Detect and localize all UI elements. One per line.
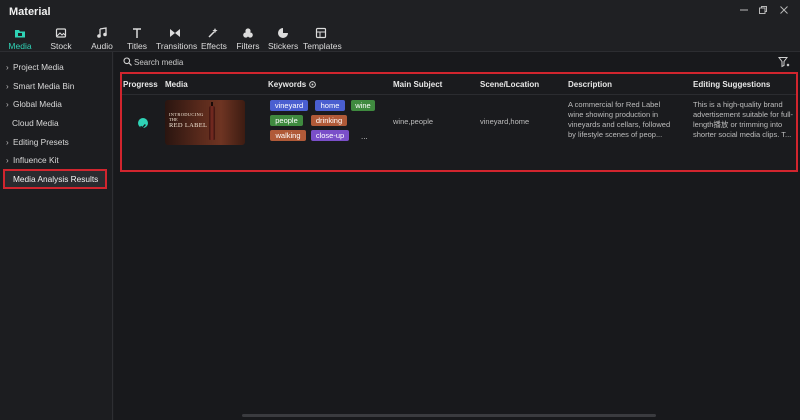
keyword-tag[interactable]: vineyard bbox=[270, 100, 308, 111]
main-panel: Progress Media Keywords Main Subject Sce… bbox=[114, 52, 800, 420]
header-editing-suggestions: Editing Suggestions bbox=[693, 80, 771, 89]
stock-media-icon bbox=[55, 28, 67, 38]
search-input[interactable] bbox=[134, 56, 434, 68]
templates-icon bbox=[315, 27, 327, 39]
media-thumbnail[interactable]: INTRODUCING THE RED LABEL bbox=[165, 100, 245, 145]
keyword-tag[interactable]: home bbox=[315, 100, 345, 111]
keyword-tag[interactable]: drinking bbox=[311, 115, 347, 126]
tab-templates[interactable]: Templates bbox=[303, 27, 342, 51]
sidebar: › Project Media › Smart Media Bin › Global … bbox=[0, 52, 113, 420]
sidebar-item-smart-media-bin[interactable]: › Smart Media Bin bbox=[0, 77, 113, 95]
header-keywords: Keywords bbox=[268, 80, 307, 89]
more-keywords-indicator[interactable]: ... bbox=[361, 132, 368, 141]
chevron-right-icon: › bbox=[6, 138, 9, 147]
tab-effects[interactable]: Effects bbox=[201, 27, 227, 51]
keyword-tag[interactable]: close-up bbox=[311, 130, 349, 141]
keyword-tag[interactable]: people bbox=[270, 115, 303, 126]
music-note-icon bbox=[97, 27, 107, 38]
chevron-right-icon: › bbox=[6, 82, 9, 91]
analysis-results-table: Progress Media Keywords Main Subject Sce… bbox=[120, 72, 798, 172]
tab-filters[interactable]: Filters bbox=[236, 27, 260, 51]
header-divider bbox=[122, 94, 796, 95]
editing-suggestions-cell: This is a high-quality brand advertiseme… bbox=[693, 100, 794, 139]
text-t-icon bbox=[133, 28, 141, 38]
effects-icon bbox=[208, 28, 218, 38]
filter-icon[interactable] bbox=[778, 56, 790, 68]
settings-gear-icon[interactable] bbox=[308, 80, 317, 89]
tab-transitions[interactable]: Transitions bbox=[156, 27, 197, 51]
wine-bottle bbox=[209, 106, 215, 140]
header-scene-location: Scene/Location bbox=[480, 80, 540, 89]
sidebar-item-influence-kit[interactable]: › Influence Kit bbox=[0, 151, 113, 169]
tab-titles[interactable]: Titles bbox=[126, 27, 148, 51]
stickers-icon bbox=[278, 28, 288, 38]
keyword-tag[interactable]: wine bbox=[351, 100, 375, 111]
restore-icon bbox=[759, 6, 767, 14]
progress-complete-badge bbox=[138, 118, 148, 129]
header-main-subject: Main Subject bbox=[393, 80, 443, 89]
horizontal-scrollbar[interactable] bbox=[242, 414, 656, 417]
description-cell: A commercial for Red Label wine showing … bbox=[568, 100, 671, 139]
sidebar-item-cloud-media[interactable]: Cloud Media bbox=[0, 114, 113, 132]
chevron-right-icon: › bbox=[6, 63, 9, 72]
minimize-icon bbox=[740, 9, 748, 11]
sidebar-item-media-analysis-results[interactable]: Media Analysis Results bbox=[3, 169, 107, 189]
chevron-right-icon: › bbox=[6, 100, 9, 109]
title-bar: Material bbox=[0, 0, 800, 25]
tab-stickers[interactable]: Stickers bbox=[268, 27, 298, 51]
app-title: Material bbox=[9, 6, 51, 18]
scene-location-cell: vineyard,home bbox=[480, 117, 530, 126]
header-media: Media bbox=[165, 80, 188, 89]
header-description: Description bbox=[568, 80, 613, 89]
sidebar-item-project-media[interactable]: › Project Media bbox=[0, 58, 113, 76]
minimize-button[interactable] bbox=[735, 4, 753, 20]
header-progress: Progress bbox=[123, 80, 158, 89]
filters-icon bbox=[243, 28, 253, 38]
main-subject-cell: wine,people bbox=[393, 117, 434, 126]
tab-media[interactable]: Media bbox=[8, 27, 32, 51]
search-icon bbox=[123, 57, 132, 66]
close-icon bbox=[780, 6, 788, 14]
checkmark-icon bbox=[140, 124, 146, 129]
transition-icon bbox=[170, 29, 180, 37]
media-folder-icon bbox=[15, 30, 25, 38]
restore-button[interactable] bbox=[754, 4, 772, 20]
sidebar-item-global-media[interactable]: › Global Media bbox=[0, 95, 113, 113]
close-button[interactable] bbox=[775, 4, 793, 20]
thumbnail-caption: INTRODUCING THE RED LABEL bbox=[169, 112, 208, 129]
sidebar-item-editing-presets[interactable]: › Editing Presets bbox=[0, 133, 113, 151]
chevron-right-icon: › bbox=[6, 156, 9, 165]
tab-audio[interactable]: Audio bbox=[90, 27, 114, 51]
search-bar bbox=[114, 52, 800, 72]
keyword-tag[interactable]: walking bbox=[270, 130, 306, 141]
media-toolbar: Media Stock Media Audio Titles Transitio… bbox=[0, 25, 800, 61]
